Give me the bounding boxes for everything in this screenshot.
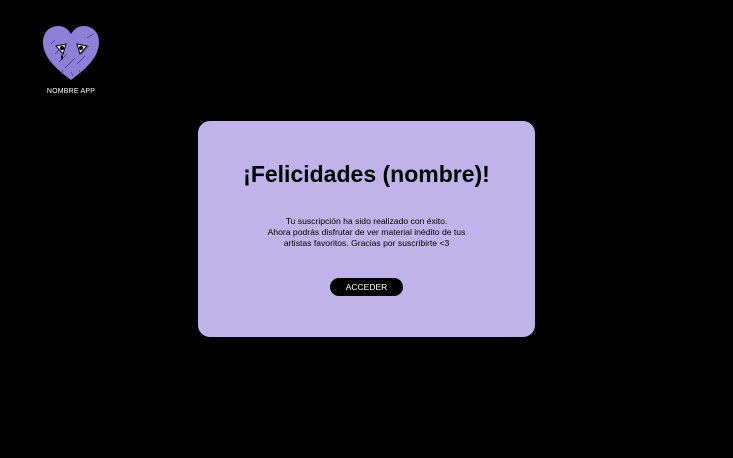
message-line: Ahora podrás disfrutar de ver material i…	[267, 227, 466, 237]
screen: NOMBRE APP ¡Felicidades (nombre)! Tu sus…	[0, 0, 733, 458]
message-line: Tu suscripción ha sido realizado con éxi…	[285, 216, 448, 226]
heart-face-icon	[43, 26, 99, 80]
app-name: NOMBRE APP	[46, 88, 96, 95]
accept-button[interactable]: ACCEDER	[330, 278, 403, 296]
dialog-message: Tu suscripción ha sido realizado con éxi…	[238, 216, 495, 249]
message-line: artistas favoritos. Gracias por suscribi…	[283, 238, 450, 248]
success-dialog: ¡Felicidades (nombre)! Tu suscripción ha…	[198, 121, 535, 337]
app-logo: NOMBRE APP	[40, 24, 102, 95]
dialog-title: ¡Felicidades (nombre)!	[243, 161, 490, 187]
